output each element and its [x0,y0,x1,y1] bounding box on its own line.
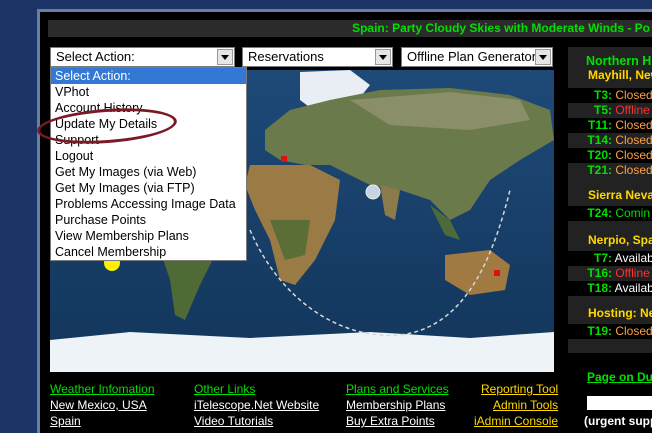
page-message-input[interactable] [587,396,652,410]
site-hosting: Hosting: Nev [588,306,652,320]
link-reporting-tool[interactable]: Reporting Tool [481,382,558,396]
site-nerpio-list: T7: Availab T16: Offline T18: Availab [568,251,652,296]
link-other-links[interactable]: Other Links [194,382,255,396]
chevron-down-icon[interactable] [217,49,233,65]
urgent-support-note: (urgent supp [584,414,652,428]
select-action-value: Select Action: [56,49,135,64]
menu-item-vphot[interactable]: VPhot [51,84,246,100]
menu-item-get-images-ftp[interactable]: Get My Images (via FTP) [51,180,246,196]
link-weather-information[interactable]: Weather Infomation [50,382,155,396]
link-page-on-duty[interactable]: Page on Du [587,370,652,384]
telescope-row[interactable]: T11: Closed [568,118,652,133]
menu-item-cancel-membership[interactable]: Cancel Membership [51,244,246,260]
telescope-row[interactable]: T5: Offline [568,103,652,118]
site-mayhill-list: T3: Closed T5: Offline T11: Closed T14: … [568,88,652,178]
weather-ticker: Spain: Party Cloudy Skies with Moderate … [48,20,652,37]
telescope-row[interactable]: T7: Availab [568,251,652,266]
site-sierra-nevada: Sierra Neva [588,188,652,202]
telescope-row[interactable]: T24: Comin [568,206,652,221]
menu-item-get-images-web[interactable]: Get My Images (via Web) [51,164,246,180]
reservations-dropdown[interactable]: Reservations [242,47,393,67]
menu-item-logout[interactable]: Logout [51,148,246,164]
select-action-dropdown[interactable]: Select Action: [50,47,235,67]
menu-item-purchase-points[interactable]: Purchase Points [51,212,246,228]
link-new-mexico[interactable]: New Mexico, USA [50,398,147,412]
telescope-row[interactable]: T18: Availab [568,281,652,296]
offline-plan-value: Offline Plan Generator [407,49,537,64]
site-mayhill: Mayhill, New [588,68,652,82]
telescope-status-panel: Northern H Mayhill, New T3: Closed T5: O… [568,47,652,353]
link-admin-tools[interactable]: Admin Tools [493,398,558,412]
telescope-row[interactable]: T16: Offline [568,266,652,281]
link-buy-extra-points[interactable]: Buy Extra Points [346,414,435,428]
telescope-row[interactable]: T3: Closed [568,88,652,103]
site-hosting-list: T19: Closed [568,324,652,339]
link-plans-services[interactable]: Plans and Services [346,382,449,396]
link-spain[interactable]: Spain [50,414,81,428]
link-video-tutorials[interactable]: Video Tutorials [194,414,273,428]
reservations-value: Reservations [248,49,324,64]
menu-item-view-membership[interactable]: View Membership Plans [51,228,246,244]
site-sierra-list: T24: Comin [568,206,652,221]
telescope-row[interactable]: T19: Closed [568,324,652,339]
menu-item-problems-accessing[interactable]: Problems Accessing Image Data [51,196,246,212]
telescope-row[interactable]: T14: Closed [568,133,652,148]
link-membership-plans[interactable]: Membership Plans [346,398,445,412]
offline-plan-dropdown[interactable]: Offline Plan Generator [401,47,553,67]
panel-header: Northern H [586,54,652,68]
telescope-row[interactable]: T20: Closed [568,148,652,163]
telescope-row[interactable]: T21: Closed [568,163,652,178]
link-iadmin-console[interactable]: iAdmin Console [474,414,558,428]
site-nerpio: Nerpio, Spa [588,233,652,247]
menu-item-select-action[interactable]: Select Action: [51,68,246,84]
link-itelescope-website[interactable]: iTelescope.Net Website [194,398,319,412]
select-action-menu[interactable]: Select Action: VPhot Account History Upd… [50,67,247,261]
chevron-down-icon[interactable] [535,49,551,65]
chevron-down-icon[interactable] [375,49,391,65]
